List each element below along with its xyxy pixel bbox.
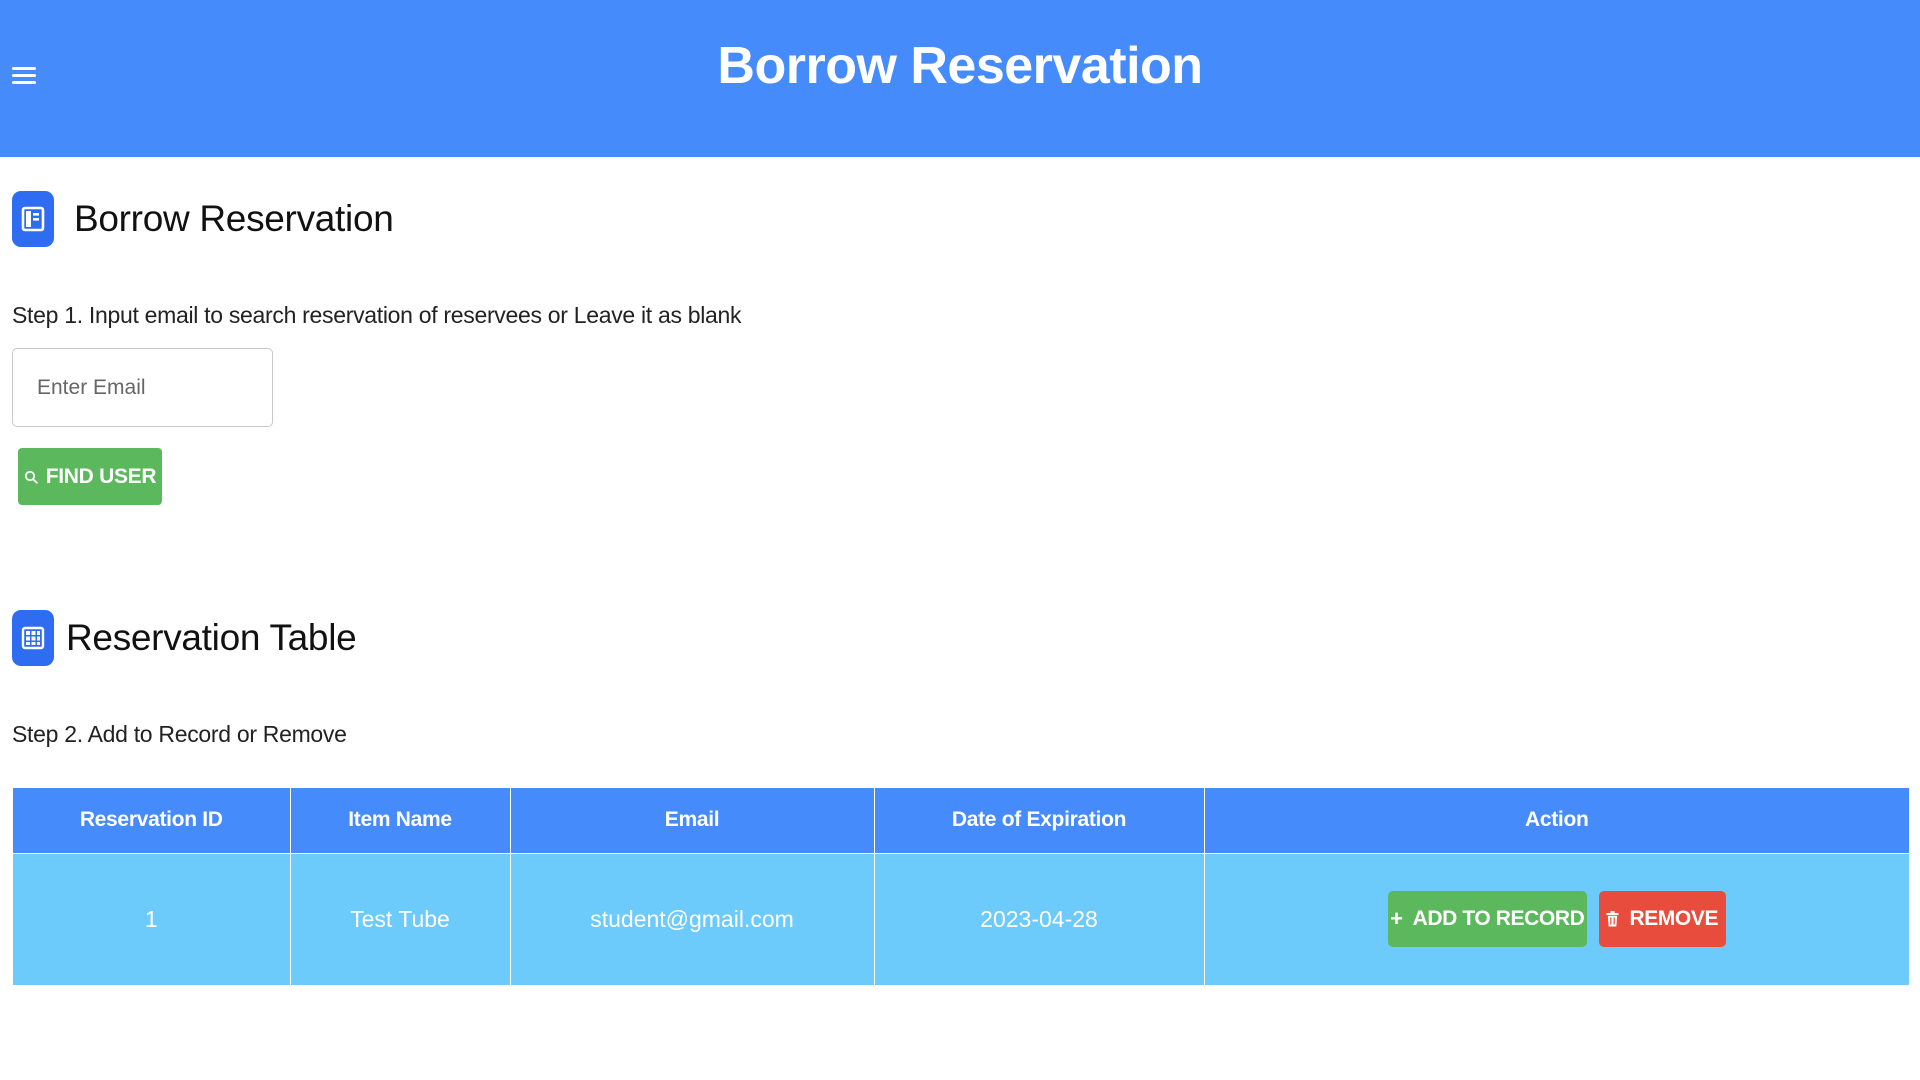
column-header-date-of-expiration[interactable]: Date of Expiration bbox=[874, 788, 1205, 853]
reservation-table-heading: Reservation Table bbox=[12, 610, 357, 666]
step-2-instruction: Step 2. Add to Record or Remove bbox=[12, 721, 347, 747]
add-to-record-label: ADD TO RECORD bbox=[1412, 907, 1585, 931]
email-search-input[interactable] bbox=[12, 348, 273, 427]
search-icon bbox=[24, 470, 38, 484]
plus-icon: + bbox=[1390, 906, 1403, 932]
row-actions: + ADD TO RECORD REMOVE bbox=[1205, 891, 1910, 948]
table-header-row: Reservation ID Item Name Email Date of E… bbox=[13, 788, 1909, 853]
cell-email: student@gmail.com bbox=[510, 852, 875, 985]
column-header-reservation-id[interactable]: Reservation ID bbox=[13, 788, 291, 853]
section-title-table: Reservation Table bbox=[66, 617, 357, 658]
trash-icon bbox=[1606, 911, 1619, 927]
cell-item-name: Test Tube bbox=[290, 852, 511, 985]
reservation-table: Reservation ID Item Name Email Date of E… bbox=[13, 788, 1909, 985]
find-user-label: FIND USER bbox=[45, 464, 157, 488]
column-header-action: Action bbox=[1204, 788, 1909, 853]
grid-table-icon bbox=[12, 610, 54, 666]
section-title-borrow: Borrow Reservation bbox=[74, 198, 394, 239]
find-user-button[interactable]: FIND USER bbox=[18, 448, 162, 505]
add-to-record-button[interactable]: + ADD TO RECORD bbox=[1387, 891, 1587, 948]
column-header-item-name[interactable]: Item Name bbox=[290, 788, 511, 853]
column-header-email[interactable]: Email bbox=[510, 788, 875, 853]
cell-date-of-expiration: 2023-04-28 bbox=[874, 852, 1205, 985]
page-title: Borrow Reservation bbox=[717, 37, 1203, 95]
cell-reservation-id: 1 bbox=[13, 852, 291, 985]
sidebar-layout-icon bbox=[12, 191, 54, 247]
step-1-instruction: Step 1. Input email to search reservatio… bbox=[12, 302, 742, 328]
table-row: 1 Test Tube student@gmail.com 2023-04-28… bbox=[13, 852, 1910, 985]
top-header-bar: Borrow Reservation bbox=[0, 0, 1920, 157]
remove-label: REMOVE bbox=[1629, 907, 1719, 931]
remove-button[interactable]: REMOVE bbox=[1598, 891, 1726, 948]
borrow-reservation-heading: Borrow Reservation bbox=[12, 191, 394, 247]
cell-action: + ADD TO RECORD REMOVE bbox=[1204, 852, 1910, 985]
